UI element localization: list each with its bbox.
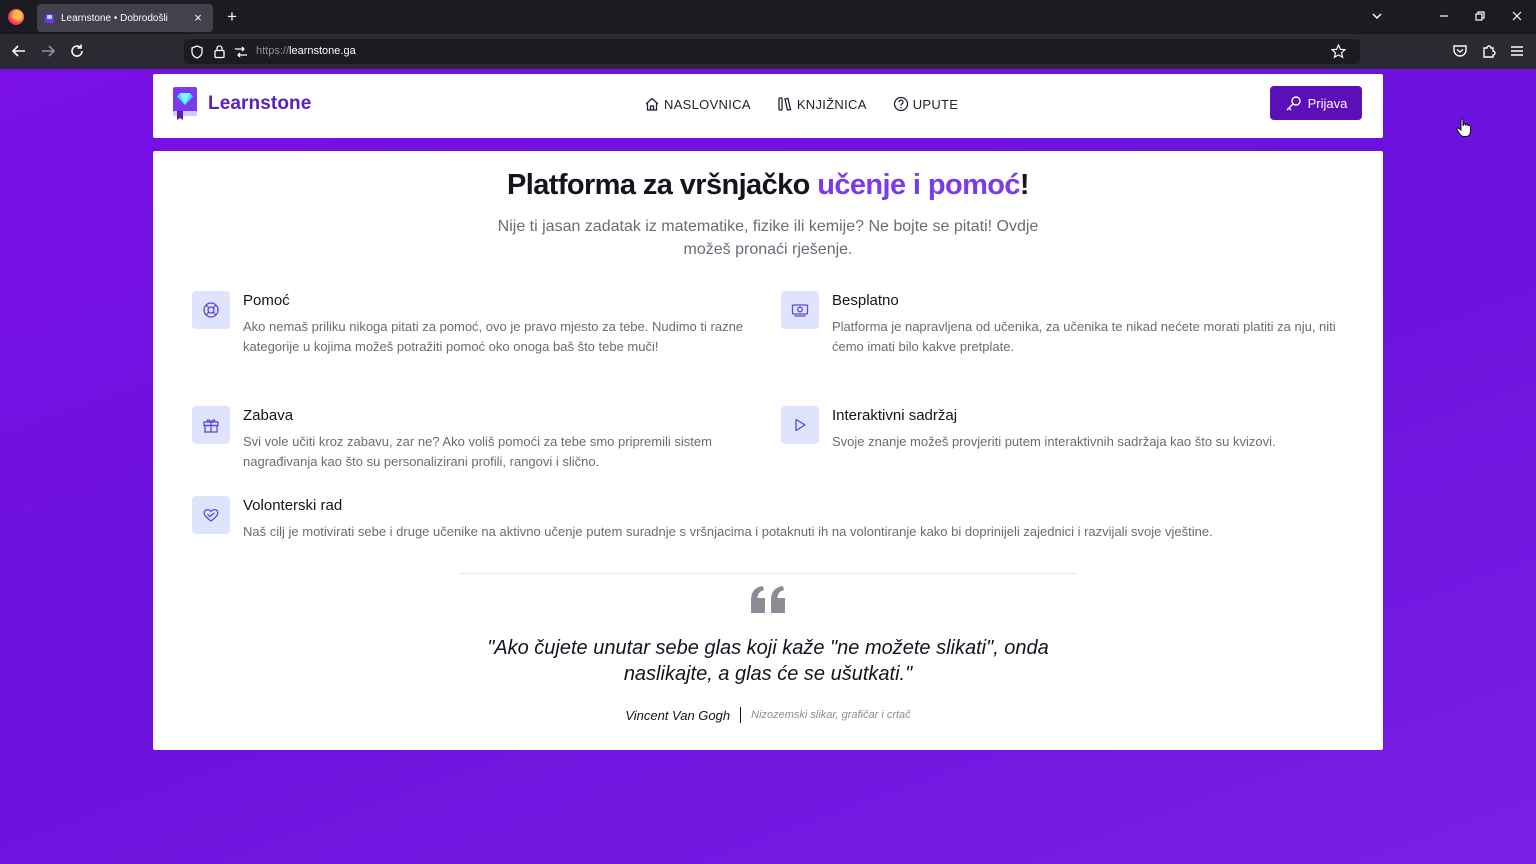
url-text[interactable]: https://learnstone.ga — [256, 45, 356, 57]
library-icon — [778, 97, 792, 111]
feature-interaktivni-sadrzaj: Interaktivni sadržaj Svoje znanje možeš … — [781, 406, 1341, 456]
tab-title: Learnstone • Dobrodošli — [61, 12, 168, 24]
home-icon — [645, 97, 659, 111]
url-bar[interactable]: https://learnstone.ga — [184, 39, 1360, 64]
nav-link-upute[interactable]: UPUTE — [893, 96, 959, 112]
attribution-separator — [740, 707, 742, 723]
feature-description: Svoje znanje možeš provjeriti putem inte… — [832, 434, 1276, 449]
key-icon — [1286, 95, 1301, 110]
feature-icon-box — [192, 406, 230, 444]
forward-arrow-icon[interactable] — [39, 42, 57, 60]
feature-description: Svi vole učiti kroz zabavu, zar ne? Ako … — [243, 434, 712, 469]
quote-author-name: Vincent Van Gogh — [625, 707, 731, 723]
feature-description: Platforma je napravljena od učenika, za … — [832, 319, 1336, 354]
gift-icon — [203, 419, 219, 433]
learnstone-logo-icon — [173, 87, 197, 120]
feature-description: Naš cilj je motivirati sebe i druge učen… — [243, 524, 1213, 539]
page-viewport: Learnstone NASLOVNICA KNJIŽNICA UPUTE Pr… — [0, 69, 1536, 864]
lifebuoy-icon — [203, 302, 219, 318]
shield-icon[interactable] — [190, 45, 204, 59]
browser-toolbar: https://learnstone.ga — [0, 34, 1536, 69]
menu-icon[interactable] — [1508, 42, 1526, 60]
feature-title: Interaktivni sadržaj — [832, 407, 958, 424]
hero-title: Platforma za vršnjačko učenje i pomoć! — [507, 169, 1030, 201]
minimize-icon[interactable] — [1436, 8, 1452, 24]
feature-volonterski-rad: Volonterski rad Naš cilj je motivirati s… — [192, 496, 1342, 546]
lock-icon[interactable] — [213, 44, 226, 59]
quote-author-role: Nizozemski slikar, grafičar i crtač — [751, 709, 911, 721]
nav-label: NASLOVNICA — [664, 96, 751, 112]
back-arrow-icon[interactable] — [10, 42, 28, 60]
extensions-icon[interactable] — [1480, 42, 1498, 60]
restore-icon[interactable] — [1472, 8, 1488, 24]
feature-icon-box — [781, 291, 819, 329]
main-content-card: Platforma za vršnjačko učenje i pomoć! N… — [153, 151, 1383, 750]
firefox-logo-icon[interactable] — [8, 9, 24, 25]
pocket-icon[interactable] — [1451, 42, 1469, 60]
feature-zabava: Zabava Svi vole učiti kroz zabavu, zar n… — [192, 406, 752, 476]
feature-besplatno: Besplatno Platforma je napravljena od uč… — [781, 291, 1341, 361]
close-window-icon[interactable] — [1509, 8, 1525, 24]
feature-title: Besplatno — [832, 292, 899, 309]
close-tab-icon[interactable]: × — [191, 11, 205, 25]
login-label: Prijava — [1307, 95, 1348, 111]
feature-pomoc: Pomoć Ako nemaš priliku nikoga pitati za… — [192, 291, 743, 381]
reload-icon[interactable] — [68, 42, 86, 60]
nav-link-knjiznica[interactable]: KNJIŽNICA — [777, 96, 867, 112]
chevron-down-icon[interactable] — [1370, 9, 1384, 23]
hero-title-accent: učenje i pomoć — [817, 169, 1020, 201]
hero-subtitle: Nije ti jasan zadatak iz matematike, fiz… — [497, 218, 1039, 258]
money-icon — [791, 304, 809, 317]
hand-cursor-icon — [1456, 118, 1471, 137]
new-tab-button[interactable]: + — [224, 8, 240, 25]
quote-text: "Ako čujete unutar sebe glas koji kaže "… — [487, 637, 1049, 685]
login-button[interactable]: Prijava — [1270, 86, 1362, 120]
feature-title: Pomoć — [243, 292, 290, 309]
feature-title: Volonterski rad — [243, 497, 343, 514]
heart-hand-icon — [203, 508, 219, 522]
nav-link-naslovnica[interactable]: NASLOVNICA — [644, 96, 751, 112]
nav-label: UPUTE — [912, 96, 959, 112]
quote-mark-icon — [751, 586, 785, 613]
quote-attribution: Vincent Van Gogh Nizozemski slikar, graf… — [153, 707, 1383, 723]
bookmark-star-icon[interactable] — [1331, 44, 1346, 59]
site-header: Learnstone NASLOVNICA KNJIŽNICA UPUTE Pr… — [153, 74, 1471, 138]
permissions-icon[interactable] — [234, 45, 248, 59]
learnstone-favicon-icon — [45, 13, 54, 23]
feature-icon-box — [192, 291, 230, 329]
feature-icon-box — [192, 496, 230, 534]
feature-description: Ako nemaš priliku nikoga pitati za pomoć… — [243, 319, 744, 354]
main-navigation: NASLOVNICA KNJIŽNICA UPUTE — [644, 96, 984, 112]
section-divider — [460, 573, 1076, 574]
brand-logo-link[interactable]: Learnstone — [172, 87, 311, 120]
nav-label: KNJIŽNICA — [796, 96, 867, 112]
play-icon — [795, 418, 806, 432]
feature-icon-box — [781, 406, 819, 444]
feature-title: Zabava — [243, 407, 294, 424]
brand-name: Learnstone — [208, 92, 312, 114]
browser-tab[interactable]: Learnstone • Dobrodošli × — [37, 4, 213, 32]
help-icon — [893, 96, 908, 112]
browser-tab-bar: Learnstone • Dobrodošli × + — [0, 0, 1536, 34]
